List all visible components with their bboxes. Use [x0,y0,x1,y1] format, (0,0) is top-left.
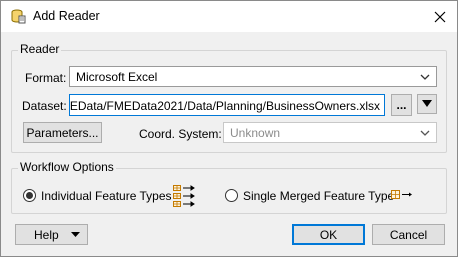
triangle-down-icon [71,232,80,237]
parameters-button[interactable]: Parameters... [23,122,102,143]
coord-system-select: Unknown [223,122,437,143]
reader-group-legend: Reader [18,42,62,56]
single-merged-feature-type-icon [390,189,414,201]
chevron-down-icon [420,130,430,136]
window-title: Add Reader [33,9,100,23]
dataset-options-button[interactable] [417,94,437,114]
coord-system-label: Coord. System: [139,127,222,141]
chevron-down-icon [420,74,430,80]
close-icon [434,11,446,22]
add-reader-dialog: Add Reader Reader Format: Microsoft Exce… [0,0,458,257]
individual-feature-types-radio[interactable] [23,189,36,202]
format-select[interactable]: Microsoft Excel [69,66,437,87]
format-label: Format: [25,71,67,85]
reader-app-icon [10,8,26,24]
single-merged-feature-type-radio[interactable] [225,189,238,202]
dataset-input[interactable]: om/FMEData/FMEData2021/Data/Planning/Bus… [69,94,385,116]
browse-button[interactable]: ... [391,94,412,116]
cancel-button[interactable]: Cancel [372,224,445,245]
individual-feature-types-icon [172,184,196,208]
close-button[interactable] [423,1,457,32]
triangle-down-icon [422,100,432,107]
dataset-value: om/FMEData/FMEData2021/Data/Planning/Bus… [69,99,380,113]
help-button[interactable]: Help [15,224,88,245]
dataset-label: Dataset: [22,99,67,113]
coord-system-value: Unknown [230,126,281,140]
ok-button[interactable]: OK [292,224,365,245]
single-merged-feature-type-label[interactable]: Single Merged Feature Type [243,189,394,203]
individual-feature-types-label[interactable]: Individual Feature Types [41,189,172,203]
workflow-options-legend: Workflow Options [18,160,116,174]
help-button-label: Help [34,227,59,242]
format-value: Microsoft Excel [76,70,158,84]
title-bar: Add Reader [1,1,457,32]
